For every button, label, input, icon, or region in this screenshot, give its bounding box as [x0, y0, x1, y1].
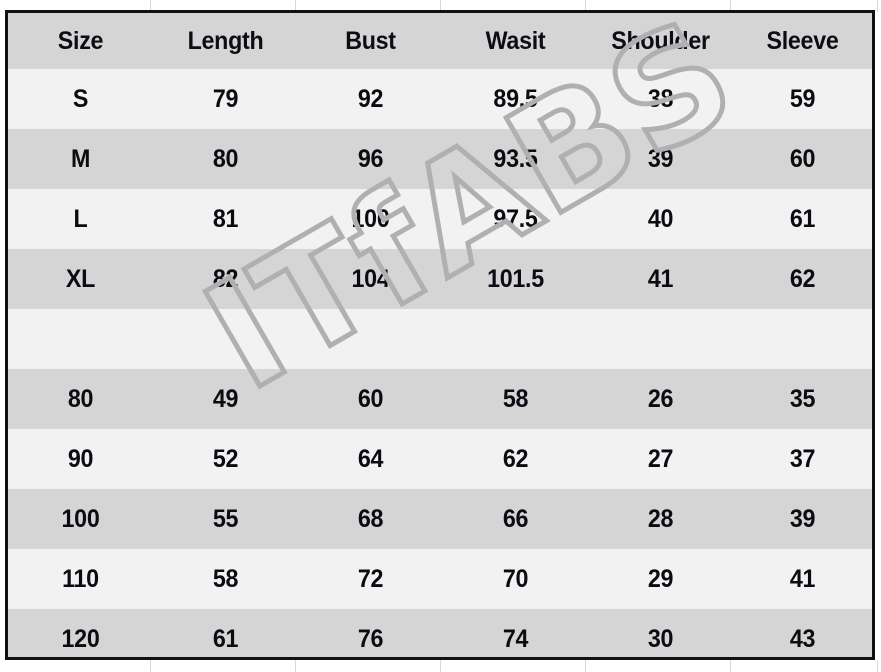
column-guide: [877, 0, 878, 12]
cell-shoulder: 26: [647, 384, 674, 413]
size-chart-table-frame: Size Length Bust Wasit Shoulder Sleeve S…: [5, 10, 875, 660]
cell-wasit: 58: [502, 384, 529, 413]
cell-shoulder: 41: [647, 264, 674, 293]
cell-bust: 76: [357, 624, 384, 653]
cell-sleeve: [733, 309, 872, 369]
cell-shoulder: [588, 309, 733, 369]
cell-bust: 100: [351, 204, 390, 233]
cell-wasit: 62: [502, 444, 529, 473]
table-spacer-row: [8, 309, 872, 369]
table-row: 80 49 60 58 26 35: [8, 369, 872, 429]
cell-size: 100: [61, 504, 100, 533]
cell-sleeve: 37: [789, 444, 816, 473]
cell-size: 90: [67, 444, 94, 473]
cell-wasit: 89.5: [493, 84, 538, 113]
column-header-sleeve: Sleeve: [766, 26, 839, 55]
cell-shoulder: 28: [647, 504, 674, 533]
size-chart-page: Size Length Bust Wasit Shoulder Sleeve S…: [0, 0, 881, 672]
column-header-size: Size: [57, 26, 104, 55]
column-header-length: Length: [187, 26, 264, 55]
cell-size: [8, 309, 153, 369]
column-guide: [877, 660, 878, 672]
cell-length: 52: [212, 444, 239, 473]
cell-size: L: [73, 204, 88, 233]
table-row: S 79 92 89.5 38 59: [8, 69, 872, 129]
cell-bust: 60: [357, 384, 384, 413]
cell-shoulder: 29: [647, 564, 674, 593]
table-row: 120 61 76 74 30 43: [8, 609, 872, 657]
cell-sleeve: 60: [789, 144, 816, 173]
cell-bust: 104: [351, 264, 390, 293]
cell-wasit: 97.5: [493, 204, 538, 233]
cell-shoulder: 38: [647, 84, 674, 113]
column-header-shoulder: Shoulder: [611, 26, 710, 55]
column-guide: [150, 660, 151, 672]
cell-bust: 64: [357, 444, 384, 473]
cell-length: 82: [212, 264, 239, 293]
cell-sleeve: 35: [789, 384, 816, 413]
column-header-bust: Bust: [345, 26, 396, 55]
table-row: 100 55 68 66 28 39: [8, 489, 872, 549]
cell-length: [153, 309, 298, 369]
sheet-column-guides-bottom: [0, 660, 881, 672]
cell-wasit: 93.5: [493, 144, 538, 173]
column-guide: [585, 660, 586, 672]
cell-shoulder: 30: [647, 624, 674, 653]
column-guide: [730, 660, 731, 672]
column-header-wasit: Wasit: [485, 26, 546, 55]
cell-sleeve: 62: [789, 264, 816, 293]
cell-length: 80: [212, 144, 239, 173]
cell-bust: 72: [357, 564, 384, 593]
table-row: 90 52 64 62 27 37: [8, 429, 872, 489]
cell-size: 120: [61, 624, 100, 653]
cell-sleeve: 41: [789, 564, 816, 593]
size-chart-table: Size Length Bust Wasit Shoulder Sleeve S…: [8, 13, 872, 657]
cell-wasit: [443, 309, 588, 369]
column-guide: [440, 660, 441, 672]
cell-length: 49: [212, 384, 239, 413]
table-row: 110 58 72 70 29 41: [8, 549, 872, 609]
cell-sleeve: 39: [789, 504, 816, 533]
cell-bust: 92: [357, 84, 384, 113]
table-row: L 81 100 97.5 40 61: [8, 189, 872, 249]
cell-bust: 96: [357, 144, 384, 173]
cell-size: 80: [67, 384, 94, 413]
cell-length: 58: [212, 564, 239, 593]
cell-size: M: [70, 144, 91, 173]
table-row: M 80 96 93.5 39 60: [8, 129, 872, 189]
table-row: XL 82 104 101.5 41 62: [8, 249, 872, 309]
cell-wasit: 66: [502, 504, 529, 533]
cell-wasit: 74: [502, 624, 529, 653]
cell-bust: [298, 309, 443, 369]
table-header-row: Size Length Bust Wasit Shoulder Sleeve: [8, 13, 872, 69]
cell-wasit: 70: [502, 564, 529, 593]
cell-shoulder: 27: [647, 444, 674, 473]
cell-shoulder: 39: [647, 144, 674, 173]
cell-wasit: 101.5: [487, 264, 544, 293]
cell-bust: 68: [357, 504, 384, 533]
cell-length: 55: [212, 504, 239, 533]
cell-sleeve: 59: [789, 84, 816, 113]
cell-size: S: [72, 84, 89, 113]
cell-size: 110: [62, 564, 99, 593]
cell-sleeve: 43: [789, 624, 816, 653]
column-guide: [295, 660, 296, 672]
cell-length: 81: [212, 204, 239, 233]
cell-shoulder: 40: [647, 204, 674, 233]
cell-sleeve: 61: [789, 204, 816, 233]
cell-length: 61: [212, 624, 239, 653]
cell-size: XL: [65, 264, 96, 293]
cell-length: 79: [212, 84, 239, 113]
